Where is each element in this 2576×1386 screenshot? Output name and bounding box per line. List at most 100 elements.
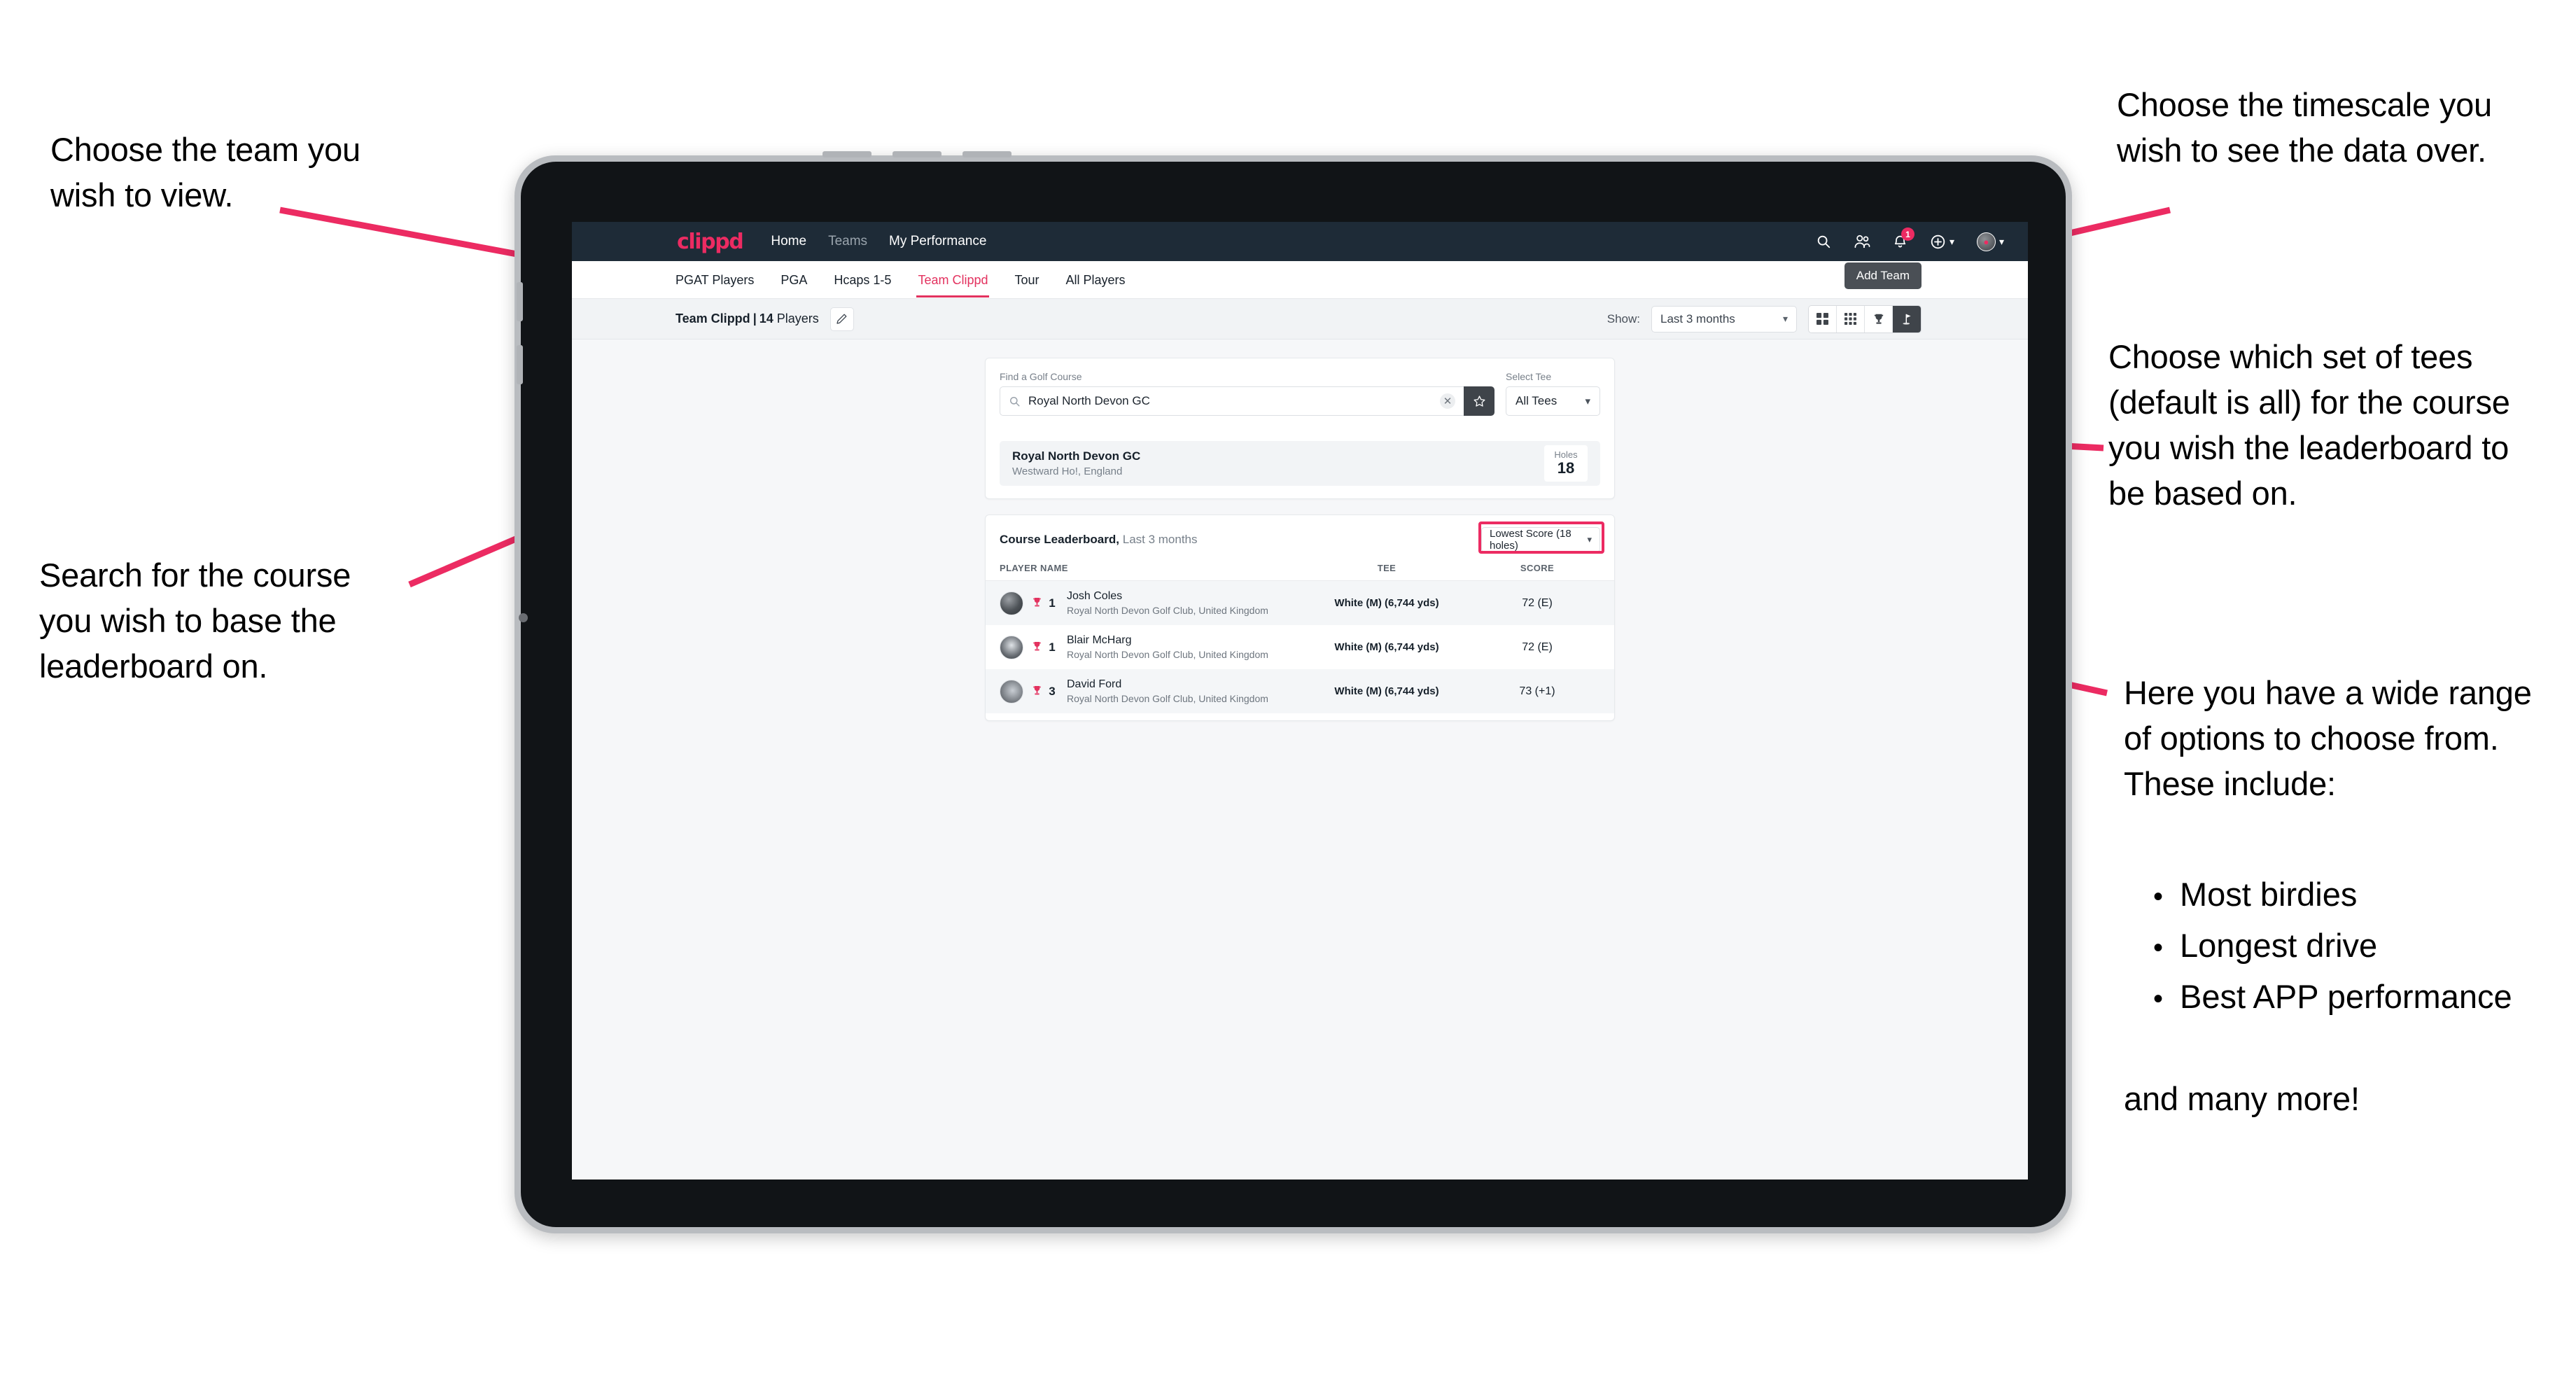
page-root: Choose the team you wish to view. Search… [0, 0, 2576, 1386]
search-panel-body: Find a Golf Course Royal North Devon GC … [986, 358, 1614, 430]
chevron-down-icon: ▾ [1587, 534, 1592, 545]
player-info: Blair McHarg Royal North Devon Golf Club… [1067, 634, 1268, 660]
search-icon [1009, 396, 1020, 407]
leaderboard-sort-dropdown[interactable]: Lowest Score (18 holes) ▾ [1481, 527, 1600, 552]
player-rank: 1 [1049, 596, 1056, 610]
course-search-panel: Find a Golf Course Royal North Devon GC … [985, 358, 1615, 499]
tab-tour[interactable]: Tour [1014, 262, 1039, 298]
team-players-word: Players [776, 312, 819, 326]
player-club: Royal North Devon Golf Club, United King… [1067, 693, 1268, 704]
leaderboard-subtitle: Last 3 months [1122, 533, 1198, 546]
trophy-icon [1029, 641, 1044, 653]
player-rank: 1 [1049, 640, 1056, 654]
player-cell: 3 David Ford Royal North Devon Golf Club… [1000, 678, 1299, 704]
search-field-row: Find a Golf Course Royal North Devon GC … [1000, 371, 1600, 416]
team-tabs-bar: PGAT Players PGA Hcaps 1-5 Team Clippd T… [572, 261, 2028, 299]
tab-team-clippd[interactable]: Team Clippd [916, 262, 990, 298]
star-icon[interactable] [1464, 386, 1494, 416]
team-player-count: 14 [759, 312, 774, 326]
device-button-top-3 [962, 151, 1011, 158]
search-icon[interactable] [1816, 234, 1831, 249]
grid-2x2-view-button[interactable] [1809, 305, 1837, 332]
player-score: 73 (+1) [1519, 685, 1555, 697]
player-tee: White (M) (6,744 yds) [1334, 685, 1439, 697]
team-summary-label: Team Clippd | 14 Players [676, 312, 819, 326]
annotation-options-intro: Here you have a wide range of options to… [2124, 674, 2532, 802]
app-screen: clippd Home Teams My Performance 1 ▾ ● ▾… [572, 222, 2028, 1180]
list-bullet: • [2153, 881, 2164, 912]
holes-label: Holes [1554, 449, 1578, 461]
clippd-logo[interactable]: clippd [677, 230, 744, 254]
player-name: Josh Coles [1067, 590, 1123, 602]
player-tee: White (M) (6,744 yds) [1334, 641, 1439, 653]
player-cell: 1 Blair McHarg Royal North Devon Golf Cl… [1000, 634, 1299, 660]
table-row[interactable]: 3 David Ford Royal North Devon Golf Club… [986, 669, 1614, 713]
nav-right-actions: 1 ▾ ● ▾ [1816, 227, 2004, 251]
option-item: Longest drive [2180, 926, 2378, 964]
player-tee: White (M) (6,744 yds) [1334, 597, 1439, 609]
search-input[interactable]: Royal North Devon GC ✕ [1000, 386, 1464, 416]
leaderboard-title-main: Course Leaderboard, [1000, 533, 1119, 546]
user-avatar[interactable]: ● ▾ [1976, 232, 2004, 251]
device-button-left-1 [517, 282, 523, 321]
notifications-icon[interactable]: 1 [1893, 227, 1914, 249]
avatar [1000, 635, 1023, 659]
nav-link-teams[interactable]: Teams [828, 234, 867, 249]
table-row[interactable]: 1 Josh Coles Royal North Devon Golf Club… [986, 581, 1614, 625]
device-button-top-2 [892, 151, 941, 158]
holes-value: 18 [1557, 459, 1575, 477]
device-camera [519, 613, 528, 622]
leaderboard-column-headers: PLAYER NAME TEE SCORE [986, 563, 1614, 581]
clear-icon[interactable]: ✕ [1440, 393, 1455, 409]
player-info: Josh Coles Royal North Devon Golf Club, … [1067, 590, 1268, 616]
device-button-left-2 [517, 345, 523, 384]
annotation-search-course: Search for the course you wish to base t… [39, 556, 351, 685]
column-tee: TEE [1377, 563, 1396, 573]
select-tee-value: All Tees [1516, 394, 1558, 407]
leaderboard-sort-value: Lowest Score (18 holes) [1490, 528, 1572, 552]
player-score: 72 (E) [1522, 640, 1553, 653]
course-search-label: Find a Golf Course [1000, 371, 1082, 382]
show-label: Show: [1606, 312, 1640, 326]
chevron-down-icon[interactable]: ▾ [1949, 236, 1954, 248]
trophy-icon [1029, 685, 1044, 697]
search-input-value: Royal North Devon GC [1028, 394, 1150, 407]
pencil-icon[interactable] [830, 307, 854, 331]
device-button-top-1 [822, 151, 872, 158]
select-tee-dropdown[interactable]: All Tees ▾ [1506, 386, 1600, 416]
player-rank: 3 [1049, 684, 1056, 698]
golf-flag-view-button[interactable] [1893, 305, 1921, 332]
people-icon[interactable] [1854, 234, 1870, 249]
course-result-card[interactable]: Royal North Devon GC Westward Ho!, Engla… [1000, 441, 1600, 486]
notification-badge: 1 [1900, 227, 1914, 241]
tab-pgat-players[interactable]: PGAT Players [676, 262, 754, 298]
trophy-icon [1029, 597, 1044, 609]
trophy-view-button[interactable] [1865, 305, 1893, 332]
chevron-down-icon[interactable]: ▾ [1999, 236, 2004, 248]
chevron-down-icon: ▾ [1585, 396, 1590, 407]
nav-link-home[interactable]: Home [771, 234, 806, 249]
holes-badge: Holes 18 [1544, 445, 1588, 482]
player-info: David Ford Royal North Devon Golf Club, … [1067, 678, 1268, 704]
team-sep: | [752, 312, 757, 326]
player-club: Royal North Devon Golf Club, United King… [1067, 605, 1268, 616]
select-tee-label: Select Tee [1506, 371, 1552, 382]
grid-3x3-view-button[interactable] [1837, 305, 1865, 332]
option-item: Most birdies [2180, 876, 2358, 913]
player-name: David Ford [1067, 678, 1122, 690]
add-icon[interactable]: ▾ [1930, 234, 1954, 250]
main-content: Find a Golf Course Royal North Devon GC … [572, 340, 2028, 721]
tab-all-players[interactable]: All Players [1066, 262, 1126, 298]
timescale-select[interactable]: Last 3 months ▾ [1651, 305, 1797, 332]
toolbar-right: Show: Last 3 months ▾ [1606, 304, 1921, 333]
player-cell: 1 Josh Coles Royal North Devon Golf Club… [1000, 590, 1299, 616]
tab-hcaps-1-5[interactable]: Hcaps 1-5 [834, 262, 891, 298]
team-toolbar: Team Clippd | 14 Players Show: Last 3 mont… [572, 299, 2028, 340]
avatar [1000, 591, 1023, 615]
tablet-bezel: clippd Home Teams My Performance 1 ▾ ● ▾… [517, 162, 2066, 1227]
table-row[interactable]: 1 Blair McHarg Royal North Devon Golf Cl… [986, 625, 1614, 669]
top-navigation-bar: clippd Home Teams My Performance 1 ▾ ● ▾ [572, 222, 2028, 261]
annotation-options-outro: and many more! [2124, 1080, 2360, 1117]
tab-pga[interactable]: PGA [780, 262, 807, 298]
nav-link-my-performance[interactable]: My Performance [889, 234, 986, 249]
